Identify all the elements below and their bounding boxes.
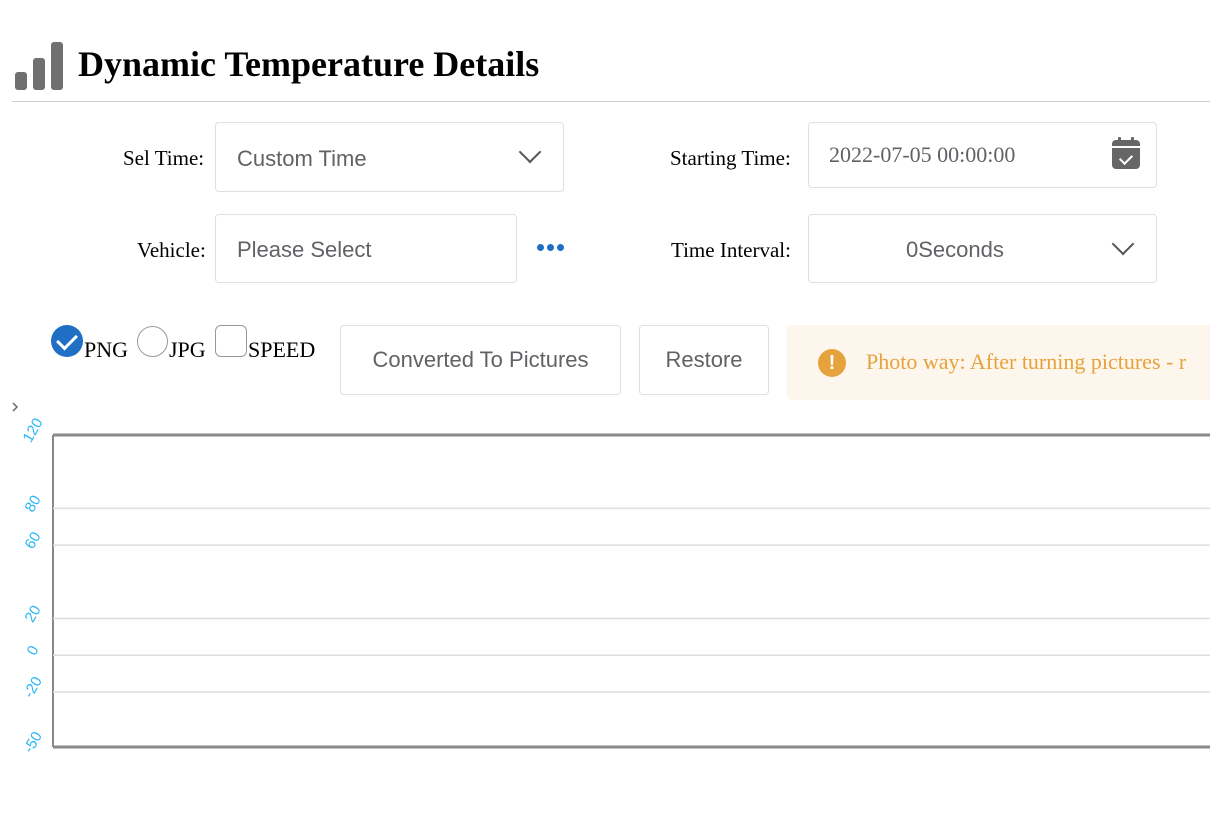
vehicle-input[interactable]: Please Select bbox=[215, 214, 517, 283]
photo-way-alert: ! Photo way: After turning pictures - r bbox=[787, 325, 1210, 400]
page-title: Dynamic Temperature Details bbox=[78, 44, 540, 84]
convert-to-pictures-button[interactable]: Converted To Pictures bbox=[340, 325, 621, 395]
jpg-radio[interactable] bbox=[137, 326, 168, 357]
chart-canvas: 120 80 60 20 0 -20 -50 bbox=[12, 402, 1210, 756]
temperature-chart: 120 80 60 20 0 -20 -50 bbox=[0, 395, 1210, 775]
speed-label: SPEED bbox=[248, 337, 316, 362]
jpg-label: JPG bbox=[169, 337, 206, 362]
page-header bbox=[14, 40, 66, 92]
vehicle-label: Vehicle: bbox=[137, 238, 206, 262]
y-tick-label: 80 bbox=[22, 492, 45, 515]
y-tick-label: -20 bbox=[20, 674, 46, 701]
restore-button[interactable]: Restore bbox=[639, 325, 769, 395]
starting-time-value: 2022-07-05 00:00:00 bbox=[829, 142, 1016, 167]
sel-time-value: Custom Time bbox=[237, 146, 367, 171]
y-axis-arrow bbox=[12, 402, 19, 412]
png-radio[interactable] bbox=[51, 325, 83, 357]
starting-time-label: Starting Time: bbox=[670, 146, 791, 170]
calendar-icon[interactable] bbox=[1112, 137, 1140, 169]
starting-time-picker[interactable]: 2022-07-05 00:00:00 bbox=[808, 122, 1157, 188]
time-interval-label: Time Interval: bbox=[671, 238, 791, 262]
y-tick-label: 60 bbox=[22, 529, 45, 552]
chevron-down-icon bbox=[1111, 232, 1135, 256]
time-interval-value: 0Seconds bbox=[906, 237, 1004, 262]
alert-text: Photo way: After turning pictures - r bbox=[866, 349, 1187, 374]
y-tick-label: -50 bbox=[20, 729, 46, 756]
y-tick-label: 0 bbox=[24, 643, 43, 659]
y-tick-label: 120 bbox=[19, 415, 46, 445]
sel-time-select[interactable]: Custom Time bbox=[215, 122, 564, 192]
speed-checkbox[interactable] bbox=[215, 325, 247, 357]
sel-time-label: Sel Time: bbox=[123, 146, 205, 170]
vehicle-placeholder: Please Select bbox=[237, 237, 372, 262]
y-tick-label: 20 bbox=[22, 602, 45, 625]
png-label: PNG bbox=[84, 337, 129, 362]
chevron-down-icon bbox=[518, 140, 542, 164]
time-interval-select[interactable]: 0Seconds bbox=[808, 214, 1157, 283]
header-divider bbox=[12, 101, 1210, 102]
warning-icon: ! bbox=[818, 349, 846, 377]
bar-signal-icon bbox=[14, 40, 66, 92]
more-options-icon[interactable] bbox=[537, 244, 564, 251]
